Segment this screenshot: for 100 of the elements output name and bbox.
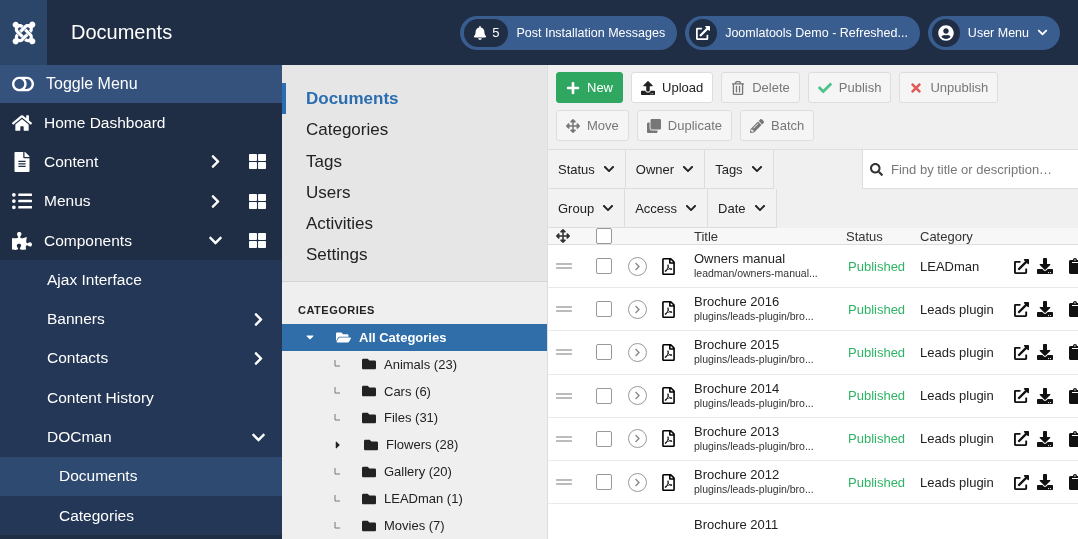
category-text: Leads plugin [920,474,994,490]
row-checkbox[interactable] [596,258,612,275]
download-icon[interactable] [1037,258,1053,275]
grid-icon[interactable] [249,232,266,250]
document-title[interactable]: Brochure 2011 [694,518,779,533]
tree-line-icon [332,413,342,422]
grid-icon[interactable] [249,192,266,210]
check-icon [817,80,832,95]
tree-line-icon [332,387,342,396]
clipboard-icon[interactable] [1067,258,1078,275]
grid-icon[interactable] [249,153,266,171]
document-path: plugins/leads-plugin/bro... [694,395,814,410]
pdf-file-icon [660,430,677,448]
download-icon[interactable] [1037,430,1053,447]
sidebar-item[interactable]: Content History [0,378,282,418]
chevron-down-icon [602,163,615,175]
category-item[interactable]: Gallery (20) [282,458,547,486]
clipboard-icon[interactable] [1067,344,1078,361]
toggle-menu-button[interactable]: Toggle Menu [0,65,282,103]
list-icon [12,191,32,212]
filter-dropdown[interactable]: Date [708,189,777,228]
category-item[interactable]: Movies (7) [282,512,547,539]
clipboard-icon[interactable] [1067,387,1078,404]
folder-icon [362,384,376,399]
clipboard-icon[interactable] [1067,301,1078,318]
document-title[interactable]: Brochure 2014 [694,381,814,396]
external-link-icon[interactable] [1014,388,1029,404]
document-title[interactable]: Brochure 2016 [694,295,814,310]
sidebar-item[interactable]: Categories [0,495,282,536]
subnav-link[interactable]: Settings [282,239,547,271]
column-header[interactable]: Category [920,228,973,244]
category-item[interactable]: Animals (23) [282,350,547,378]
category-text: Leads plugin [920,431,994,447]
upload-icon [641,80,655,95]
sidebar-item[interactable]: Documents [0,456,282,496]
category-item[interactable]: Files (31) [282,404,547,432]
row-checkbox[interactable] [596,430,612,447]
sidebar-item[interactable]: Contacts [0,338,282,379]
row-checkbox[interactable] [596,387,612,404]
search-field[interactable]: Find by title or description… [862,150,1078,189]
x-icon [909,80,924,95]
document-title[interactable]: Brochure 2015 [694,338,814,353]
chevron-down-icon [685,202,698,214]
external-link-icon[interactable] [1014,431,1029,447]
download-icon[interactable] [1037,474,1053,491]
subnav-link[interactable]: Categories [282,114,547,146]
filter-dropdown[interactable]: Group [548,189,626,228]
pdf-file-icon [660,300,677,318]
row-checkbox[interactable] [596,344,612,361]
clipboard-icon[interactable] [1067,430,1078,447]
document-path: plugins/leads-plugin/bro... [694,438,814,453]
search-icon [870,163,883,176]
sidebar-item[interactable]: DOCman [0,417,282,457]
document-path: plugins/leads-plugin/bro... [694,352,814,367]
site-link-button[interactable]: Joomlatools Demo - Refreshed... [685,15,920,50]
document-title[interactable]: Brochure 2012 [694,468,814,483]
notifications-button[interactable]: 5 Post Installation Messages [460,15,678,50]
upload-button[interactable]: Upload [631,72,714,103]
move-icon[interactable] [556,229,570,243]
filter-dropdown[interactable]: Tags [705,150,774,189]
category-text: Leads plugin [920,388,994,404]
subnav-link[interactable]: Activities [282,208,547,240]
logo-tile[interactable] [0,0,47,65]
filter-dropdown[interactable]: Access [625,189,709,228]
clipboard-icon[interactable] [1067,474,1078,491]
folder-icon [364,437,378,452]
category-item[interactable]: LEADman (1) [282,485,547,513]
subnav-link[interactable]: Users [282,176,547,209]
pencil-icon [750,118,764,133]
download-icon[interactable] [1037,387,1053,404]
filter-dropdown[interactable]: Owner [625,150,706,189]
external-link-icon[interactable] [1014,301,1029,317]
column-header[interactable]: Status [846,228,883,244]
column-header[interactable]: Title [694,228,719,244]
folder-icon [362,410,376,425]
external-link-icon[interactable] [1014,474,1029,490]
category-item[interactable]: Flowers (28) [282,431,547,459]
move-icon [566,118,580,133]
download-icon[interactable] [1037,344,1053,361]
tree-line-icon [332,521,342,530]
subnav-link[interactable]: Tags [282,145,547,177]
filter-dropdown[interactable]: Status [548,150,626,189]
external-link-icon[interactable] [1014,258,1029,274]
row-checkbox[interactable] [596,474,612,491]
folder-icon [362,464,376,479]
tree-line-icon [332,494,342,503]
select-all-checkbox[interactable] [596,228,612,244]
chevron-down-icon [750,163,763,175]
category-item[interactable]: Cars (6) [282,377,547,405]
row-checkbox[interactable] [596,301,612,318]
document-title[interactable]: Brochure 2013 [694,424,814,439]
document-title[interactable]: Owners manual [694,252,818,267]
category-item[interactable]: All Categories [282,323,547,351]
sidebar-item[interactable]: Ajax Interface [0,260,282,300]
tree-line-icon [332,467,342,476]
download-icon[interactable] [1037,301,1053,318]
external-link-icon[interactable] [1014,344,1029,360]
user-menu-button[interactable]: User Menu [927,15,1060,50]
chevron-down-icon [682,163,695,175]
sidebar-item[interactable]: Banners [0,299,282,339]
